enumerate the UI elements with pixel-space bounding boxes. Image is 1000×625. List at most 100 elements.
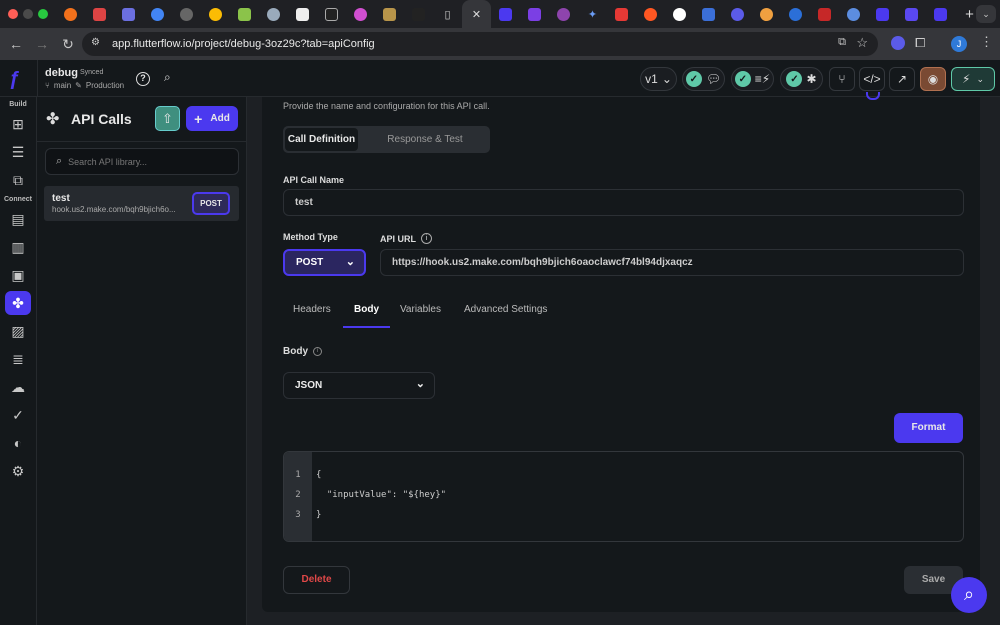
browser-tab[interactable]: [752, 0, 781, 28]
forward-icon[interactable]: →: [29, 36, 55, 52]
maximize-window-button[interactable]: [38, 9, 48, 19]
preview-button[interactable]: ◉: [920, 67, 946, 91]
external-link-icon: ↗: [896, 72, 908, 86]
search-icon[interactable]: ⌕: [164, 70, 171, 85]
browser-tab[interactable]: [346, 0, 375, 28]
browser-tab[interactable]: [897, 0, 926, 28]
active-tab-close-icon[interactable]: ✕: [462, 0, 491, 28]
add-api-button[interactable]: + Add: [186, 106, 238, 131]
open-in-icon[interactable]: ⧉: [838, 36, 846, 49]
browser-tab[interactable]: [317, 0, 346, 28]
info-icon[interactable]: i: [313, 347, 322, 356]
api-calls-icon: ✤: [46, 111, 60, 128]
code-view-button[interactable]: </>: [859, 67, 885, 91]
extensions-puzzle-icon[interactable]: ⧠: [915, 35, 925, 51]
help-search-fab[interactable]: ⌕: [951, 577, 987, 613]
browser-tab[interactable]: [491, 0, 520, 28]
browser-tab[interactable]: [520, 0, 549, 28]
browser-tab[interactable]: [259, 0, 288, 28]
add-page-icon[interactable]: ⊞: [5, 112, 31, 136]
browser-tab[interactable]: [375, 0, 404, 28]
browser-tab[interactable]: [404, 0, 433, 28]
storage-icon[interactable]: ▣: [5, 263, 31, 287]
browser-tab-strip: ▯ ✕ ✦ + ⌄: [0, 0, 1000, 28]
search-input[interactable]: ⌕ Search API library...: [45, 148, 239, 175]
open-external-button[interactable]: ↗: [889, 67, 915, 91]
list-item[interactable]: test hook.us2.make.com/bqh9bjich6o... PO…: [44, 186, 239, 221]
browser-tab[interactable]: [85, 0, 114, 28]
tab-search-button[interactable]: ⌄: [976, 5, 996, 23]
theme-icon[interactable]: ◐: [5, 431, 31, 455]
branch-graph-button[interactable]: ⑂: [829, 67, 855, 91]
tests-icon[interactable]: ✓: [5, 403, 31, 427]
bookmark-star-icon[interactable]: ☆: [856, 35, 868, 51]
browser-tab[interactable]: [868, 0, 897, 28]
browser-tab[interactable]: [694, 0, 723, 28]
browser-tab[interactable]: [607, 0, 636, 28]
cloud-icon[interactable]: ☁: [5, 375, 31, 399]
project-name[interactable]: debug: [45, 67, 78, 79]
api-call-name-input[interactable]: test: [283, 189, 964, 216]
json-body-editor[interactable]: 1{2 "inputValue": "${hey}" 3}: [283, 451, 964, 542]
method-type-dropdown[interactable]: POST ⌄: [283, 249, 366, 276]
body-label: Body: [283, 346, 308, 357]
schema-icon[interactable]: ▥: [5, 235, 31, 259]
toggle-icon[interactable]: [866, 92, 880, 100]
version-dropdown[interactable]: v1 ⌄: [640, 67, 677, 91]
logs-icon[interactable]: ≣: [5, 347, 31, 371]
widget-tree-icon[interactable]: ☰: [5, 140, 31, 164]
site-settings-icon[interactable]: ⚙: [91, 37, 100, 48]
debug-check-button[interactable]: ✓ ✱: [780, 67, 823, 91]
close-window-button[interactable]: [8, 9, 18, 19]
profile-avatar[interactable]: J: [951, 36, 967, 52]
tab-variables[interactable]: Variables: [400, 304, 441, 315]
import-button[interactable]: ⇧: [155, 106, 180, 131]
minimize-window-button[interactable]: [23, 9, 33, 19]
browser-tab[interactable]: [723, 0, 752, 28]
bookmark-tab[interactable]: ▯: [433, 0, 462, 28]
reload-icon[interactable]: ↻: [55, 36, 81, 53]
browser-tab[interactable]: [839, 0, 868, 28]
browser-tab[interactable]: [143, 0, 172, 28]
run-button[interactable]: ⚡︎ ⌄: [951, 67, 995, 91]
help-icon[interactable]: ?: [136, 72, 150, 86]
settings-gear-icon[interactable]: ⚙: [5, 459, 31, 483]
tab-body[interactable]: Body: [354, 304, 379, 315]
browser-tab[interactable]: [288, 0, 317, 28]
code-icon: </>: [863, 72, 881, 86]
format-button[interactable]: Format: [894, 413, 963, 443]
back-icon[interactable]: ←: [3, 36, 29, 52]
browser-tab[interactable]: [810, 0, 839, 28]
browser-tab[interactable]: [636, 0, 665, 28]
media-icon[interactable]: ▨: [5, 319, 31, 343]
browser-tab[interactable]: [172, 0, 201, 28]
browser-tab[interactable]: [114, 0, 143, 28]
tab-advanced-settings[interactable]: Advanced Settings: [464, 304, 547, 315]
browser-tab[interactable]: [56, 0, 85, 28]
flash-check-button[interactable]: ✓ ≡⚡︎: [731, 67, 774, 91]
chat-check-button[interactable]: ✓ 💬︎: [682, 67, 725, 91]
info-icon[interactable]: i: [421, 233, 432, 244]
browser-tab[interactable]: [781, 0, 810, 28]
browser-menu-icon[interactable]: ⋮: [980, 34, 993, 50]
api-url-input[interactable]: https://hook.us2.make.com/bqh9bjich6oaoc…: [380, 249, 964, 276]
address-bar[interactable]: ⚙ app.flutterflow.io/project/debug-3oz29…: [82, 32, 878, 56]
segment-response-test[interactable]: Response & Test: [363, 128, 487, 151]
segment-call-definition[interactable]: Call Definition: [285, 128, 358, 151]
browser-tab[interactable]: [926, 0, 955, 28]
tab-headers[interactable]: Headers: [293, 304, 331, 315]
branch-info[interactable]: ⑂ main ✎ Production: [45, 81, 124, 90]
body-type-dropdown[interactable]: JSON ⌄: [283, 372, 435, 399]
components-icon[interactable]: ⧉: [5, 168, 31, 192]
browser-tab[interactable]: [549, 0, 578, 28]
chevron-down-icon[interactable]: ⌄: [976, 74, 984, 85]
flutterflow-logo[interactable]: ƒ: [9, 68, 29, 90]
browser-tab[interactable]: [230, 0, 259, 28]
extension-icon[interactable]: [891, 36, 905, 50]
api-calls-icon[interactable]: ✤: [5, 291, 31, 315]
browser-tab[interactable]: [201, 0, 230, 28]
delete-button[interactable]: Delete: [283, 566, 350, 594]
database-icon[interactable]: ▤: [5, 207, 31, 231]
browser-tab[interactable]: ✦: [578, 0, 607, 28]
browser-tab[interactable]: [665, 0, 694, 28]
